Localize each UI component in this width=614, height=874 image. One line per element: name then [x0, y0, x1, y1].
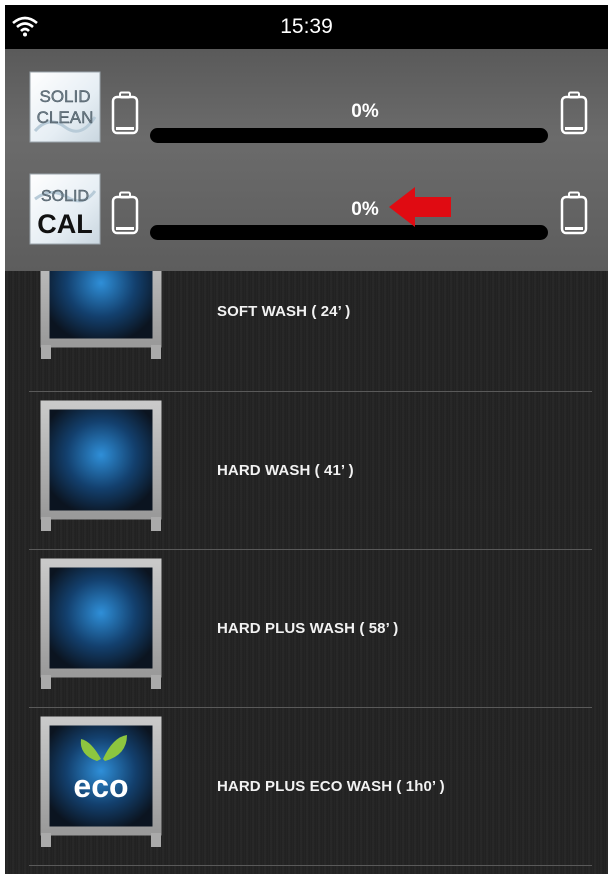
wash-program-hard[interactable]: HARD WASH ( 41’ ): [5, 393, 608, 551]
battery-empty-icon: [560, 91, 588, 135]
wash-program-label: HARD PLUS WASH ( 58’ ): [217, 620, 399, 637]
solid-clean-logo-line1: SOLID: [39, 87, 90, 106]
solid-cal-logo-line2: CAL: [37, 209, 93, 239]
eco-badge-text: eco: [73, 768, 128, 804]
product-row-solid-cal[interactable]: SOLID CAL 0%: [5, 173, 608, 245]
device-screen: 15:39 SOLID CLEAN 0% SOLID CAL 0% SOFT W…: [5, 5, 608, 874]
list-divider: [29, 549, 592, 550]
wash-program-hard-plus[interactable]: HARD PLUS WASH ( 58’ ): [5, 551, 608, 709]
product-row-solid-clean[interactable]: SOLID CLEAN 0%: [5, 71, 608, 143]
list-divider: [29, 391, 592, 392]
list-divider: [29, 707, 592, 708]
battery-empty-icon: [111, 191, 139, 235]
list-divider: [29, 865, 592, 866]
status-bar: 15:39: [5, 5, 608, 49]
battery-empty-icon: [111, 91, 139, 135]
battery-empty-icon: [560, 191, 588, 235]
arrow-left-icon: [389, 187, 451, 227]
wash-program-label: HARD PLUS ECO WASH ( 1h0’ ): [217, 778, 445, 795]
wash-program-soft[interactable]: SOFT WASH ( 24’ ): [5, 271, 608, 377]
wash-program-hard-plus-eco[interactable]: eco HARD PLUS ECO WASH ( 1h0’ ): [5, 709, 608, 867]
solid-cal-logo-line1: SOLID: [41, 188, 89, 205]
detergent-levels-panel: SOLID CLEAN 0% SOLID CAL 0%: [5, 49, 608, 271]
solid-clean-level-bar: [150, 128, 548, 143]
solid-cal-level-bar: [150, 225, 548, 240]
dishwasher-icon: [40, 400, 162, 531]
wash-program-label: HARD WASH ( 41’ ): [217, 462, 354, 479]
dishwasher-icon: [40, 271, 162, 359]
solid-clean-level-text: 0%: [351, 101, 379, 122]
dishwasher-icon: [40, 558, 162, 689]
dishwasher-eco-icon: eco: [40, 716, 162, 847]
solid-clean-logo: SOLID CLEAN: [29, 71, 101, 143]
solid-cal-logo: SOLID CAL: [29, 173, 101, 245]
status-time: 15:39: [280, 15, 333, 38]
solid-clean-logo-line2: CLEAN: [37, 108, 94, 127]
wash-program-list: SOFT WASH ( 24’ ) HARD WASH ( 41’ ) HARD…: [5, 271, 608, 874]
wash-program-label: SOFT WASH ( 24’ ): [217, 303, 351, 320]
